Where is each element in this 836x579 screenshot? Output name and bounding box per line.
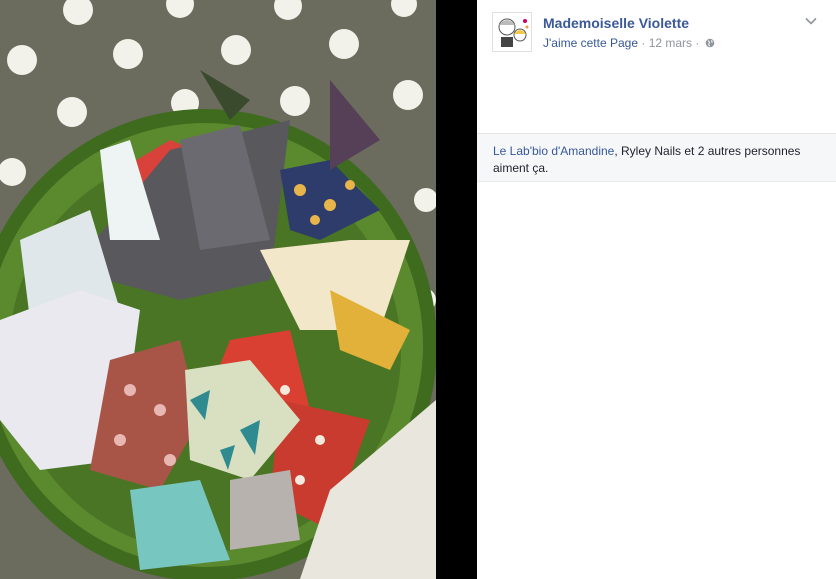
page-avatar[interactable]	[492, 12, 532, 52]
photo-image	[0, 0, 436, 579]
post-sidebar: Mademoiselle Violette J'aime cette Page …	[477, 0, 836, 579]
page-name-link[interactable]: Mademoiselle Violette	[543, 15, 689, 31]
post-date[interactable]: 12 mars	[649, 36, 692, 50]
post-photo[interactable]	[0, 0, 436, 579]
likes-summary: Le Lab'bio d'Amandine, Ryley Nails et 2 …	[477, 133, 836, 182]
like-page-link[interactable]: J'aime cette Page	[543, 36, 638, 50]
meta-separator-2: ·	[695, 36, 700, 50]
meta-separator: ·	[641, 36, 646, 50]
post-header: Mademoiselle Violette J'aime cette Page …	[477, 0, 836, 133]
globe-icon	[705, 38, 715, 48]
post-meta: J'aime cette Page · 12 mars ·	[543, 36, 715, 50]
avatar-illustration	[493, 13, 531, 51]
chevron-down-icon[interactable]	[804, 14, 818, 28]
liker-link[interactable]: Le Lab'bio d'Amandine	[493, 144, 614, 158]
